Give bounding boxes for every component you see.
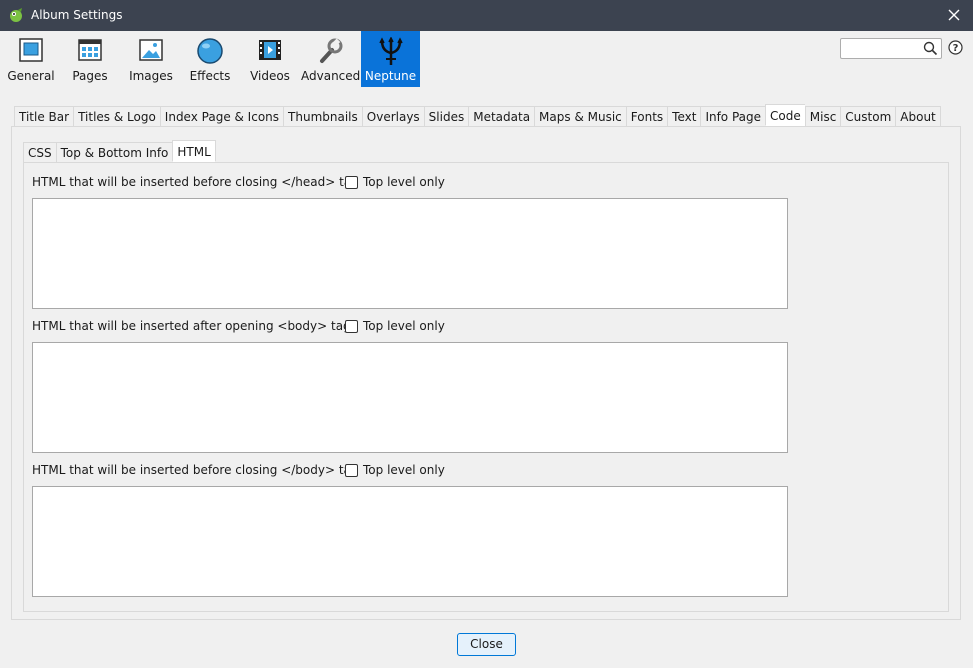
close-window-icon[interactable] (945, 6, 963, 24)
search-input[interactable] (845, 41, 919, 56)
tab-index-page-icons[interactable]: Index Page & Icons (159, 106, 284, 127)
tab-maps-music[interactable]: Maps & Music (534, 106, 626, 127)
toolbar-label: Images (129, 69, 173, 83)
images-icon (139, 39, 163, 61)
tab-overlays[interactable]: Overlays (361, 106, 424, 127)
toolbar-label: General (7, 69, 55, 83)
head-html-label: HTML that will be inserted before closin… (32, 175, 359, 189)
trident-icon (378, 37, 403, 65)
toolbar-label: Neptune (364, 69, 417, 83)
app-logo-icon (10, 8, 22, 22)
toolbar-images[interactable]: Images (124, 31, 178, 87)
sub-tabs: CSS Top & Bottom Info HTML (23, 140, 216, 163)
toolbar-neptune[interactable]: Neptune (361, 31, 420, 87)
title-bar: Album Settings (0, 0, 973, 31)
wrench-icon (320, 38, 343, 63)
body-close-top-level-checkbox[interactable] (345, 464, 358, 477)
toolbar-label: Videos (250, 69, 290, 83)
tab-title-bar[interactable]: Title Bar (14, 106, 74, 127)
videos-icon (259, 40, 281, 60)
pages-icon (78, 39, 102, 61)
tab-titles-logo[interactable]: Titles & Logo (73, 106, 160, 127)
body-open-top-level-checkbox[interactable] (345, 320, 358, 333)
body-open-top-level-label[interactable]: Top level only (363, 319, 445, 333)
tab-misc[interactable]: Misc (804, 106, 841, 127)
general-icon (19, 38, 43, 62)
search-icon[interactable] (923, 41, 938, 56)
tab-metadata[interactable]: Metadata (468, 106, 535, 127)
svg-text:?: ? (953, 43, 959, 54)
toolbar-videos[interactable]: Videos (246, 31, 294, 87)
toolbar-general[interactable]: General (6, 31, 56, 87)
toolbar-advanced[interactable]: Advanced (301, 31, 361, 87)
help-icon[interactable]: ? (948, 40, 963, 55)
toolbar-pages[interactable]: Pages (66, 31, 114, 87)
subtab-top-bottom-info[interactable]: Top & Bottom Info (55, 142, 173, 163)
window-title: Album Settings (31, 8, 123, 22)
tab-code[interactable]: Code (765, 104, 805, 126)
toolbar-label: Effects (189, 69, 231, 83)
tab-thumbnails[interactable]: Thumbnails (283, 106, 362, 127)
subtab-css[interactable]: CSS (23, 142, 56, 163)
tab-slides[interactable]: Slides (423, 106, 469, 127)
body-open-html-label: HTML that will be inserted after opening… (32, 319, 351, 333)
body-close-top-level-label[interactable]: Top level only (363, 463, 445, 477)
main-tabs: Title Bar Titles & Logo Index Page & Ico… (14, 104, 941, 127)
toolbar-label: Pages (72, 69, 108, 83)
tab-info-page[interactable]: Info Page (700, 106, 766, 127)
body-close-html-label: HTML that will be inserted before closin… (32, 463, 359, 477)
tab-custom[interactable]: Custom (840, 106, 896, 127)
toolbar-effects[interactable]: Effects (186, 31, 234, 87)
toolbar-label: Advanced (301, 69, 361, 83)
body-close-html-textarea[interactable] (32, 486, 788, 597)
tab-about[interactable]: About (895, 106, 941, 127)
tab-text[interactable]: Text (667, 106, 701, 127)
close-button[interactable]: Close (457, 633, 516, 656)
body-open-html-textarea[interactable] (32, 342, 788, 453)
head-top-level-label[interactable]: Top level only (363, 175, 445, 189)
settings-toolbar: General Pages Images Effects Videos Adva… (0, 31, 973, 87)
search-box[interactable] (840, 38, 942, 59)
subtab-html[interactable]: HTML (172, 140, 216, 162)
head-top-level-checkbox[interactable] (345, 176, 358, 189)
head-html-textarea[interactable] (32, 198, 788, 309)
tab-fonts[interactable]: Fonts (625, 106, 668, 127)
effects-icon (197, 38, 223, 64)
